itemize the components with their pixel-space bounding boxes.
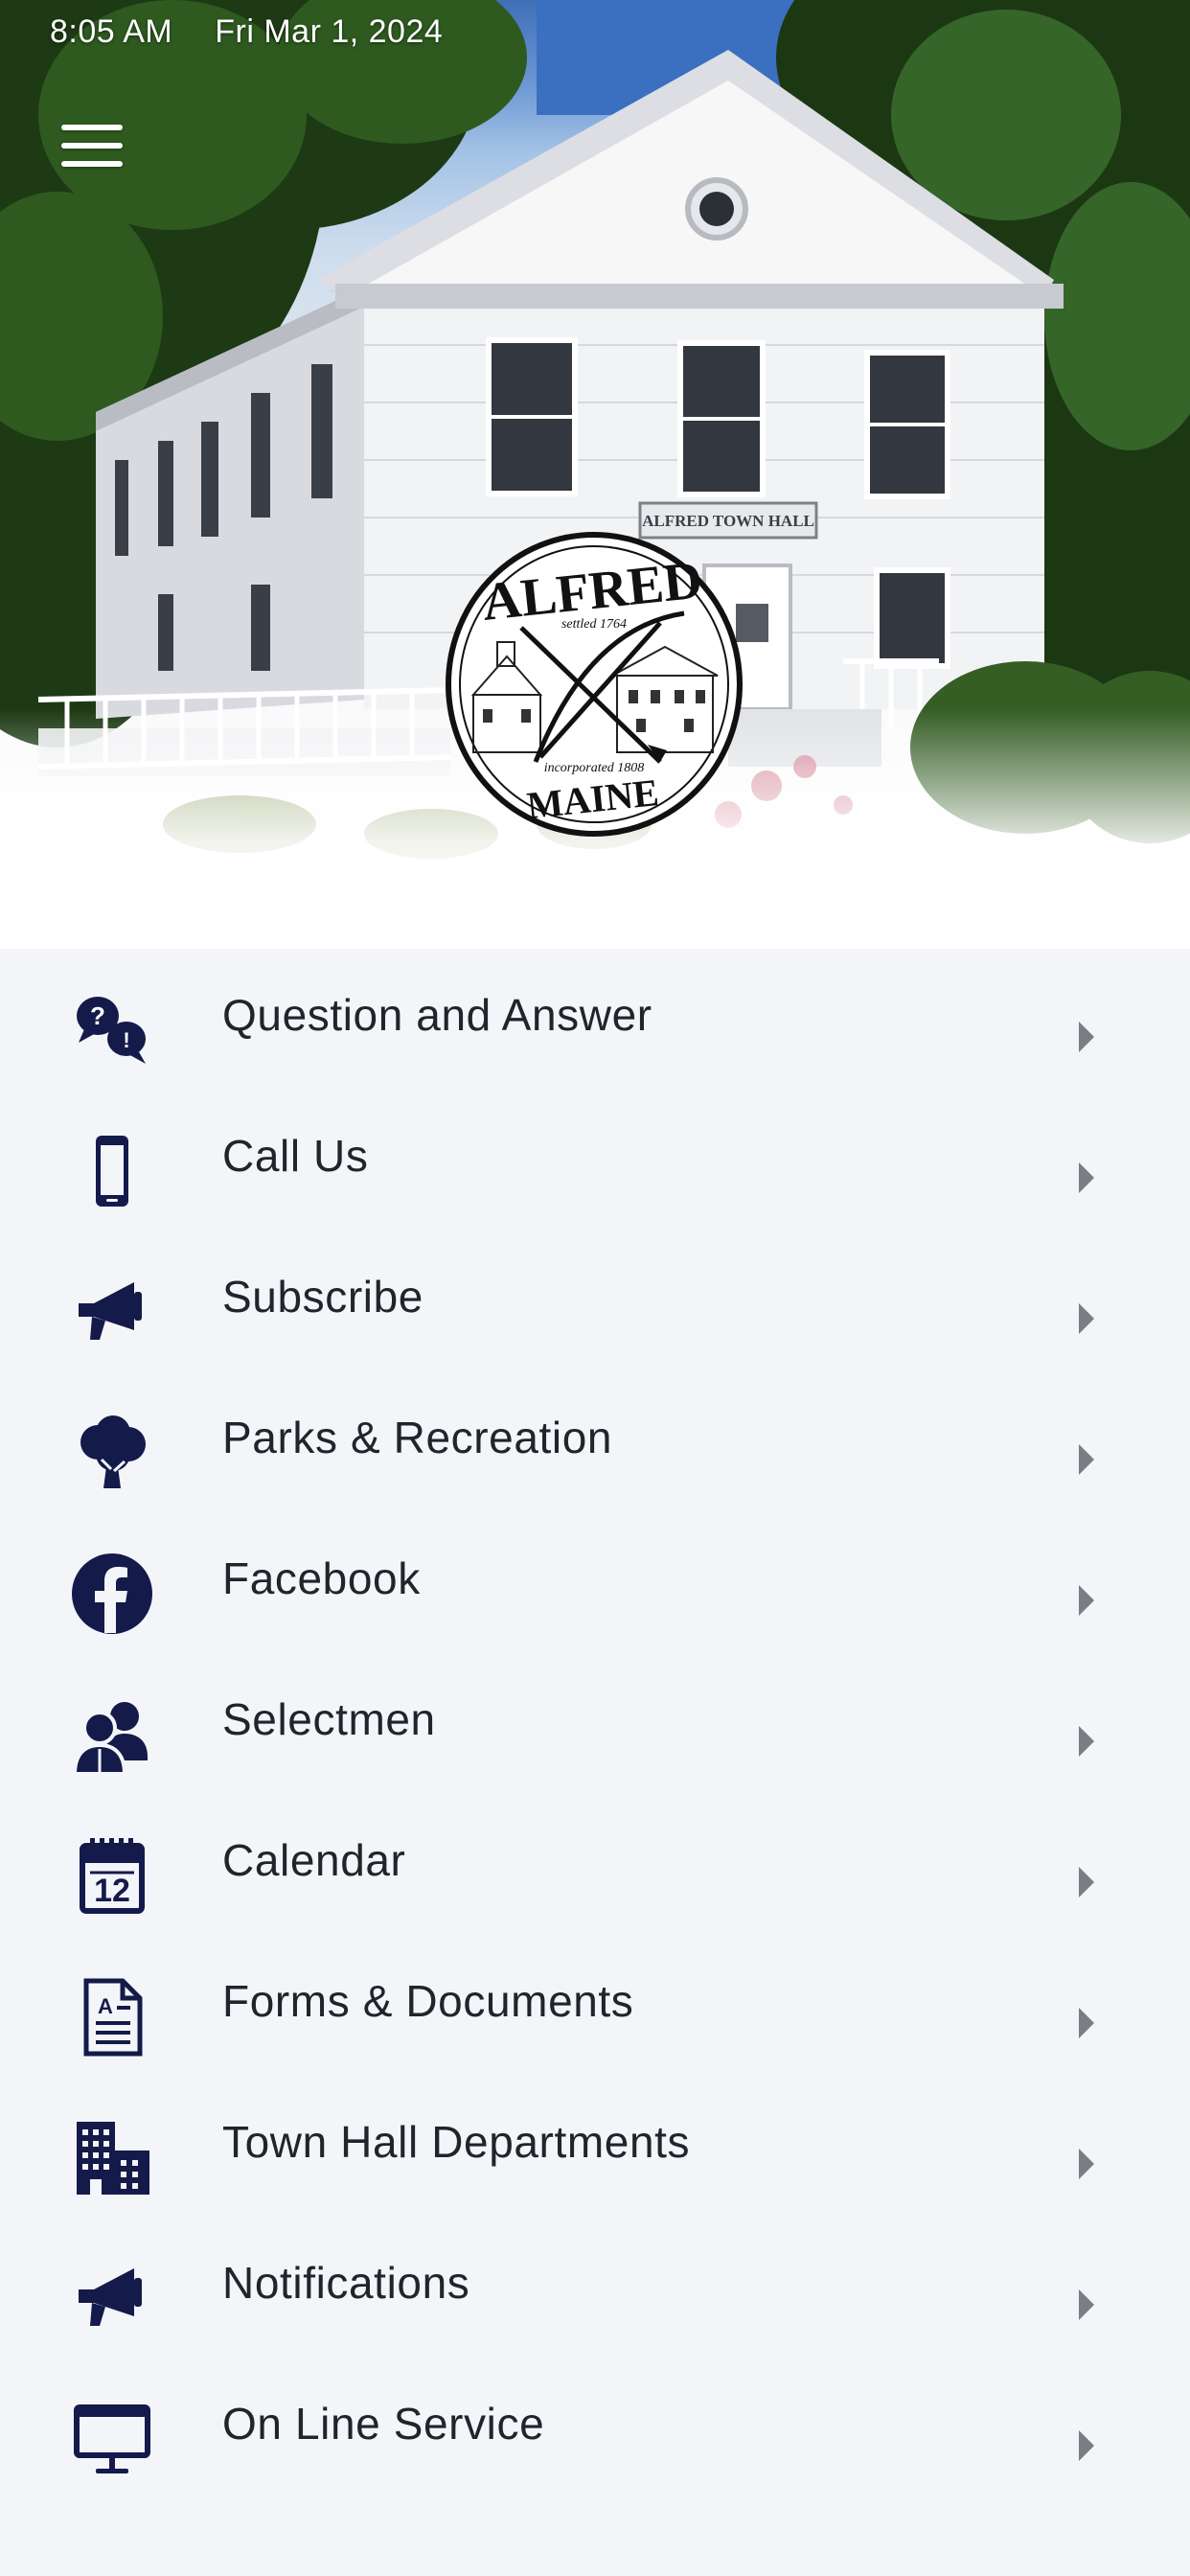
svg-text:!: ! bbox=[123, 1028, 129, 1052]
menu-item-label: Question and Answer bbox=[222, 990, 652, 1040]
hamburger-line bbox=[61, 161, 123, 167]
document-icon: A bbox=[69, 1973, 155, 2059]
monitor-icon bbox=[69, 2396, 155, 2482]
status-bar: 8:05 AM Fri Mar 1, 2024 bbox=[50, 13, 443, 51]
menu-item-label: Facebook bbox=[222, 1553, 421, 1603]
menu-item-question-and-answer[interactable]: ? ! Question and Answer bbox=[0, 949, 1190, 1090]
question-bubbles-icon: ? ! bbox=[69, 987, 155, 1073]
menu-item-label: Town Hall Departments bbox=[222, 2117, 691, 2167]
chevron-right-icon bbox=[1079, 2008, 1094, 2038]
chevron-right-icon bbox=[1079, 1303, 1094, 1334]
buildings-icon bbox=[69, 2114, 155, 2200]
menu-item-subscribe[interactable]: Subscribe bbox=[0, 1230, 1190, 1371]
menu-item-selectmen[interactable]: Selectmen bbox=[0, 1653, 1190, 1794]
menu-item-label: Parks & Recreation bbox=[222, 1413, 613, 1462]
chevron-right-icon bbox=[1079, 2430, 1094, 2461]
app-screen: ALFRED TOWN HALL ALFRED settled 1764 inc… bbox=[0, 0, 1190, 2576]
menu-item-town-hall-departments[interactable]: Town Hall Departments bbox=[0, 2076, 1190, 2217]
menu-item-parks-recreation[interactable]: Parks & Recreation bbox=[0, 1371, 1190, 1512]
svg-text:settled 1764: settled 1764 bbox=[561, 617, 627, 632]
menu-item-label: Calendar bbox=[222, 1835, 406, 1885]
calendar-icon: 12 bbox=[69, 1832, 155, 1919]
hamburger-menu-button[interactable] bbox=[54, 119, 130, 172]
tree-icon bbox=[69, 1410, 155, 1496]
mobile-phone-icon bbox=[69, 1128, 155, 1214]
chevron-right-icon bbox=[1079, 2149, 1094, 2179]
menu-item-on-line-service[interactable]: On Line Service bbox=[0, 2358, 1190, 2498]
menu-item-label: Forms & Documents bbox=[222, 1976, 634, 2026]
megaphone-icon bbox=[69, 2255, 155, 2341]
menu-item-label: On Line Service bbox=[222, 2399, 545, 2449]
chevron-right-icon bbox=[1079, 1585, 1094, 1616]
menu-item-label: Call Us bbox=[222, 1131, 369, 1181]
chevron-right-icon bbox=[1079, 2289, 1094, 2320]
status-time: 8:05 AM bbox=[50, 13, 173, 50]
menu-item-facebook[interactable]: Facebook bbox=[0, 1512, 1190, 1653]
menu-item-label: Selectmen bbox=[222, 1694, 436, 1744]
building-sign: ALFRED TOWN HALL bbox=[642, 512, 814, 530]
chevron-right-icon bbox=[1079, 1867, 1094, 1898]
chevron-right-icon bbox=[1079, 1162, 1094, 1193]
chevron-right-icon bbox=[1079, 1022, 1094, 1052]
menu-item-calendar[interactable]: 12 Calendar bbox=[0, 1794, 1190, 1935]
hamburger-line bbox=[61, 143, 123, 149]
menu-item-call-us[interactable]: Call Us bbox=[0, 1090, 1190, 1230]
svg-text:A: A bbox=[98, 1994, 113, 2018]
people-icon bbox=[69, 1691, 155, 1778]
menu-item-label: Notifications bbox=[222, 2258, 470, 2308]
hero-header: ALFRED TOWN HALL ALFRED settled 1764 inc… bbox=[0, 0, 1190, 949]
facebook-icon bbox=[69, 1551, 155, 1637]
megaphone-icon bbox=[69, 1269, 155, 1355]
status-date: Fri Mar 1, 2024 bbox=[215, 13, 444, 50]
chevron-right-icon bbox=[1079, 1444, 1094, 1475]
town-seal-logo: ALFRED settled 1764 incorporated 1808 MA… bbox=[446, 532, 743, 837]
menu-item-forms-documents[interactable]: A Forms & Documents bbox=[0, 1935, 1190, 2076]
main-menu-list: ? ! Question and Answer Call Us Subscrib… bbox=[0, 949, 1190, 2498]
svg-text:12: 12 bbox=[94, 1873, 130, 1909]
chevron-right-icon bbox=[1079, 1726, 1094, 1757]
hamburger-line bbox=[61, 125, 123, 130]
menu-item-label: Subscribe bbox=[222, 1272, 423, 1322]
svg-text:?: ? bbox=[90, 1001, 105, 1030]
menu-item-notifications[interactable]: Notifications bbox=[0, 2217, 1190, 2358]
